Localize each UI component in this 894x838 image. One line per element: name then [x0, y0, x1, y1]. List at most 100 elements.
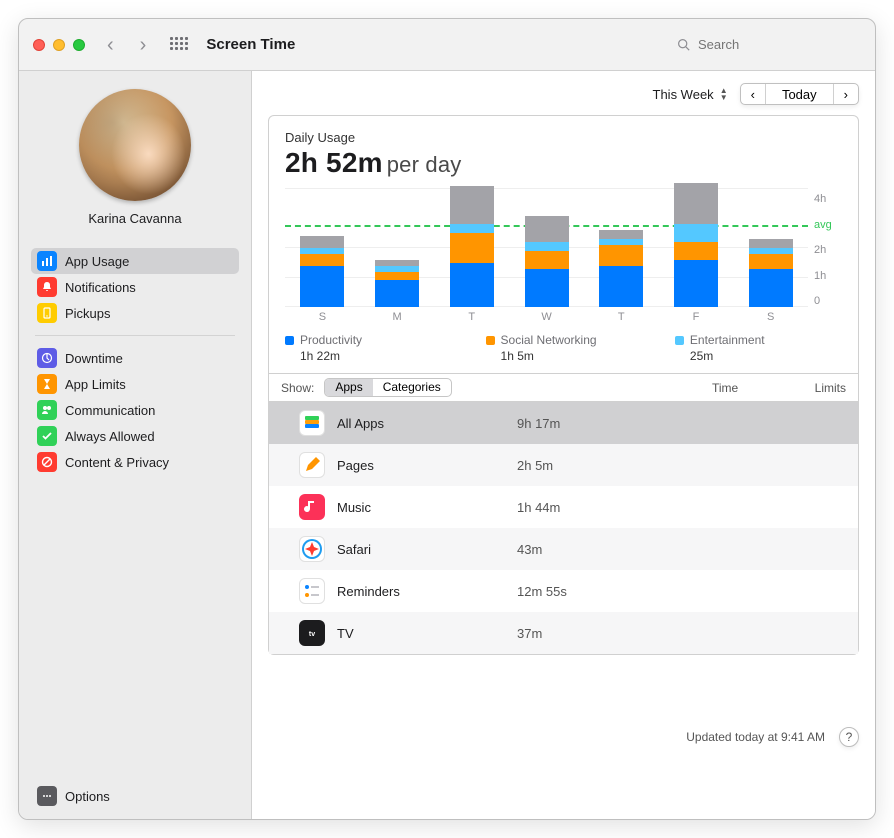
main-panel: This Week ▲▼ ‹ Today › Daily Usage 2h 52…: [252, 71, 875, 819]
bar-s: [733, 189, 808, 307]
sidebar-item-label: Downtime: [65, 351, 123, 366]
app-name: Safari: [337, 542, 517, 557]
sidebar-item-label: Always Allowed: [65, 429, 155, 444]
sidebar-item-label: Pickups: [65, 306, 111, 321]
app-icon: tv: [299, 620, 325, 646]
updated-label: Updated today at 9:41 AM: [686, 730, 825, 744]
search-icon: [677, 38, 690, 51]
table-row[interactable]: Safari43m: [269, 528, 858, 570]
nav-arrows: ‹ ›: [107, 35, 146, 55]
checkmark-seal-icon: [37, 426, 57, 446]
search-field[interactable]: [671, 33, 861, 57]
apps-grid-icon[interactable]: [170, 37, 186, 53]
table-row[interactable]: All Apps9h 17m: [269, 402, 858, 444]
bar-t: [584, 189, 659, 307]
daily-usage-label: Daily Usage: [285, 130, 842, 145]
today-button[interactable]: Today: [766, 84, 833, 104]
sidebar-item-label: Communication: [65, 403, 155, 418]
table-header: Show: Apps Categories Time Limits: [269, 374, 858, 402]
svg-text:tv: tv: [309, 631, 315, 638]
usage-card: Daily Usage 2h 52mper day 4havg2h1h0 SMT…: [268, 115, 859, 655]
app-name: Reminders: [337, 584, 517, 599]
window-controls: [33, 39, 85, 51]
show-toggle: Apps Categories: [324, 378, 451, 397]
close-window-button[interactable]: [33, 39, 45, 51]
app-icon: [299, 452, 325, 478]
bell-icon: [37, 277, 57, 297]
range-popup[interactable]: This Week ▲▼: [653, 87, 734, 102]
toolbar: ‹ › Screen Time: [19, 19, 875, 71]
app-icon: [299, 410, 325, 436]
help-button[interactable]: ?: [839, 727, 859, 747]
app-time: 43m: [517, 542, 542, 557]
table-row[interactable]: Reminders12m 55s: [269, 570, 858, 612]
ellipsis-icon: [37, 786, 57, 806]
app-time: 37m: [517, 626, 542, 641]
sidebar-item-content-privacy[interactable]: Content & Privacy: [31, 449, 239, 475]
app-time: 2h 5m: [517, 458, 553, 473]
legend-item: Entertainment25m: [675, 333, 842, 363]
sidebar-item-communication[interactable]: Communication: [31, 397, 239, 423]
window-title: Screen Time: [206, 36, 295, 53]
app-time: 1h 44m: [517, 500, 560, 515]
table-row[interactable]: Pages2h 5m: [269, 444, 858, 486]
app-icon: [299, 578, 325, 604]
app-icon: [299, 494, 325, 520]
usage-chart: 4havg2h1h0: [285, 189, 842, 307]
sidebar-item-options[interactable]: Options: [31, 783, 239, 809]
table-row[interactable]: tv TV37m: [269, 612, 858, 654]
legend-item: Productivity1h 22m: [285, 333, 486, 363]
bar-m: [360, 189, 435, 307]
sidebar-item-always-allowed[interactable]: Always Allowed: [31, 423, 239, 449]
user-name: Karina Cavanna: [31, 211, 239, 226]
back-button[interactable]: ‹: [107, 35, 114, 55]
prev-button[interactable]: ‹: [741, 84, 765, 104]
sidebar-item-pickups[interactable]: Pickups: [31, 300, 239, 326]
show-label: Show:: [281, 381, 314, 395]
sidebar-item-downtime[interactable]: Downtime: [31, 345, 239, 371]
app-name: All Apps: [337, 416, 517, 431]
minimize-window-button[interactable]: [53, 39, 65, 51]
search-input[interactable]: [696, 36, 855, 53]
zoom-window-button[interactable]: [73, 39, 85, 51]
sidebar-item-app-limits[interactable]: App Limits: [31, 371, 239, 397]
nosign-icon: [37, 452, 57, 472]
col-time: Time: [628, 381, 778, 395]
date-stepper: ‹ Today ›: [740, 83, 859, 105]
sidebar-item-app-usage[interactable]: App Usage: [31, 248, 239, 274]
sidebar-item-notifications[interactable]: Notifications: [31, 274, 239, 300]
date-controls: This Week ▲▼ ‹ Today ›: [252, 71, 875, 115]
forward-button[interactable]: ›: [140, 35, 147, 55]
people-icon: [37, 400, 57, 420]
bar-w: [509, 189, 584, 307]
chart-bar-icon: [37, 251, 57, 271]
bar-s: [285, 189, 360, 307]
hand-tap-icon: [37, 303, 57, 323]
chart-legend: Productivity1h 22mSocial Networking1h 5m…: [285, 333, 842, 363]
daily-usage-value: 2h 52mper day: [285, 147, 842, 179]
table-row[interactable]: Music1h 44m: [269, 486, 858, 528]
screen-time-window: ‹ › Screen Time Karina Cavanna App Usage: [18, 18, 876, 820]
footer: Updated today at 9:41 AM ?: [252, 655, 875, 819]
sidebar-item-label: App Usage: [65, 254, 129, 269]
bar-f: [659, 189, 734, 307]
col-limits: Limits: [786, 381, 846, 395]
app-icon: [299, 536, 325, 562]
next-button[interactable]: ›: [834, 84, 858, 104]
chevron-up-down-icon: ▲▼: [720, 87, 728, 101]
tab-categories[interactable]: Categories: [373, 379, 451, 396]
avatar[interactable]: [79, 89, 191, 201]
app-time: 9h 17m: [517, 416, 560, 431]
sidebar-item-label: Content & Privacy: [65, 455, 169, 470]
tab-apps[interactable]: Apps: [325, 379, 372, 396]
sidebar-separator: [35, 335, 235, 336]
day-labels: SMTWTFS: [285, 311, 842, 323]
app-time: 12m 55s: [517, 584, 567, 599]
sidebar-item-label: Notifications: [65, 280, 136, 295]
sidebar: Karina Cavanna App Usage Notifications P…: [19, 71, 252, 819]
moon-icon: [37, 348, 57, 368]
bar-t: [434, 189, 509, 307]
sidebar-item-label: App Limits: [65, 377, 126, 392]
app-name: Pages: [337, 458, 517, 473]
app-name: TV: [337, 626, 517, 641]
